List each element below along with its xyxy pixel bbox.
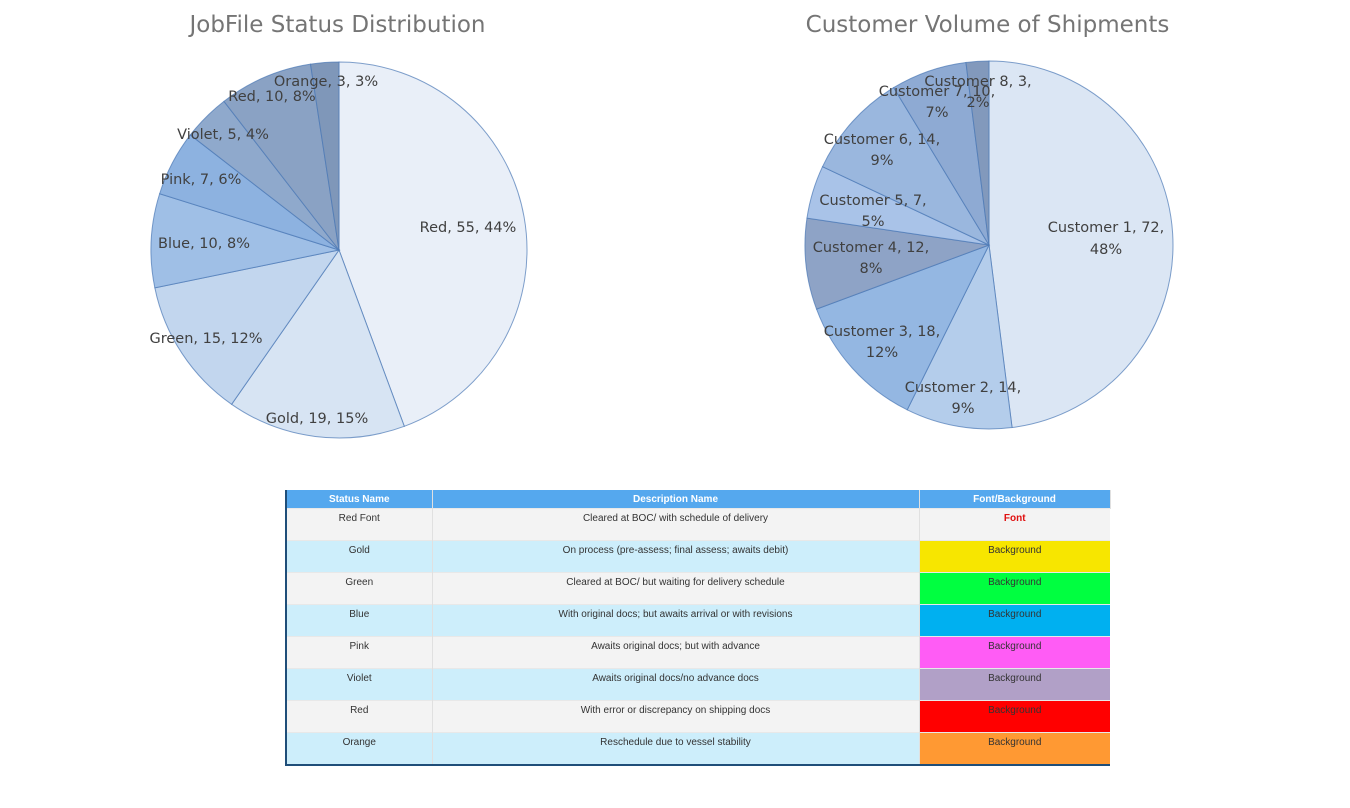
status-legend-table: Status Name Description Name Font/Backgr… xyxy=(285,490,1111,766)
font-background-sample-cell: Font xyxy=(919,508,1110,541)
status-name-cell: Orange xyxy=(287,732,433,764)
description-cell: With original docs; but awaits arrival o… xyxy=(432,604,920,637)
font-background-sample-cell: Background xyxy=(919,636,1110,669)
font-background-sample-cell: Background xyxy=(919,700,1110,733)
header-status-name: Status Name xyxy=(287,490,433,509)
header-description-name: Description Name xyxy=(432,490,920,509)
customer-pie-slice xyxy=(988,60,1174,429)
status-name-cell: Violet xyxy=(287,668,433,701)
description-cell: Cleared at BOC/ with schedule of deliver… xyxy=(432,508,920,541)
font-background-sample-cell: Background xyxy=(919,668,1110,701)
font-background-sample-cell: Background xyxy=(919,732,1110,764)
legend-row: Pink Awaits original docs; but with advan… xyxy=(287,636,1110,669)
description-cell: Reschedule due to vessel stability xyxy=(432,732,920,764)
description-cell: Awaits original docs; but with advance xyxy=(432,636,920,669)
header-font-background: Font/Background xyxy=(919,490,1111,509)
legend-row: Red With error or discrepancy on shipping… xyxy=(287,700,1110,733)
description-cell: On process (pre-assess; final assess; aw… xyxy=(432,540,920,573)
jobfile-slice-label: Red, 55, 44% xyxy=(420,220,517,236)
font-background-sample-cell: Background xyxy=(919,572,1110,605)
jobfile-slice-label: Violet, 5, 4% xyxy=(177,127,269,143)
description-cell: With error or discrepancy on shipping do… xyxy=(432,700,920,733)
legend-row: Red Font Cleared at BOC/ with schedule of… xyxy=(287,508,1110,541)
status-name-cell: Blue xyxy=(287,604,433,637)
font-background-sample-cell: Background xyxy=(919,540,1110,573)
jobfile-slice-label: Blue, 10, 8% xyxy=(158,236,250,252)
legend-row: Orange Reschedule due to vessel stability… xyxy=(287,732,1110,764)
legend-row: Green Cleared at BOC/ but waiting for del… xyxy=(287,572,1110,605)
description-cell: Cleared at BOC/ but waiting for delivery… xyxy=(432,572,920,605)
status-name-cell: Green xyxy=(287,572,433,605)
legend-header-row: Status Name Description Name Font/Backgr… xyxy=(287,490,1111,509)
description-cell: Awaits original docs/no advance docs xyxy=(432,668,920,701)
font-background-sample-cell: Background xyxy=(919,604,1110,637)
jobfile-slice-label: Gold, 19, 15% xyxy=(266,411,368,427)
jobfile-slice-label: Red, 10, 8% xyxy=(228,89,315,105)
status-name-cell: Pink xyxy=(287,636,433,669)
status-name-cell: Gold xyxy=(287,540,433,573)
status-name-cell: Red Font xyxy=(287,508,433,541)
legend-row: Violet Awaits original docs/no advance do… xyxy=(287,668,1110,701)
jobfile-slice-label: Green, 15, 12% xyxy=(149,331,262,347)
jobfile-slice-label: Orange, 3, 3% xyxy=(274,74,378,90)
legend-row: Gold On process (pre-assess; final assess… xyxy=(287,540,1110,573)
status-name-cell: Red xyxy=(287,700,433,733)
legend-row: Blue With original docs; but awaits arriv… xyxy=(287,604,1110,637)
jobfile-slice-label: Pink, 7, 6% xyxy=(161,172,242,188)
